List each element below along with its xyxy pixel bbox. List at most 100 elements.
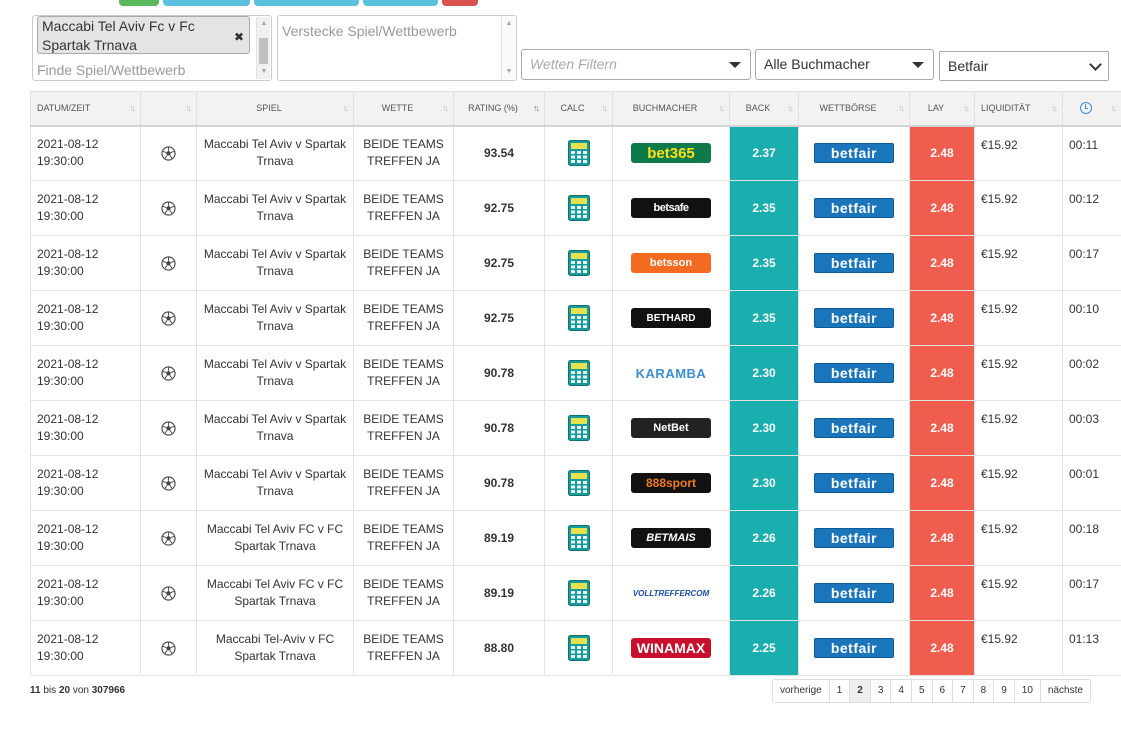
cell-back-odds[interactable]: 2.35 (729, 290, 799, 346)
calculator-icon[interactable] (567, 305, 590, 331)
match-filter-tag-label: Maccabi Tel Aviv Fc v Fc Spartak Trnava (42, 18, 195, 53)
bookmaker-logo[interactable]: bet365 (631, 143, 711, 164)
col-header-rating[interactable]: Rating (%) ↑↓ (453, 91, 545, 127)
cell-lay-odds[interactable]: 2.48 (909, 400, 975, 456)
find-match-box[interactable]: Maccabi Tel Aviv Fc v Fc Spartak Trnava … (32, 15, 272, 81)
col-header-back[interactable]: Back ↑↓ (729, 91, 799, 127)
bookmaker-logo[interactable]: BETMAIS (631, 528, 711, 548)
green-button[interactable] (119, 0, 159, 6)
calculator-icon[interactable] (567, 140, 590, 167)
page-link[interactable]: 8 (972, 680, 994, 702)
cell-lay-odds[interactable]: 2.48 (909, 235, 975, 291)
exchange-select[interactable]: Betfair (939, 51, 1109, 81)
calculator-icon[interactable] (567, 580, 590, 606)
betfair-logo[interactable]: betfair (814, 253, 894, 273)
scroll-thumb[interactable] (259, 38, 268, 64)
page-link[interactable]: 3 (869, 680, 891, 702)
bookmaker-logo[interactable]: WINAMAX (631, 638, 711, 658)
cell-back-odds[interactable]: 2.26 (729, 565, 799, 621)
scroll-up-icon[interactable]: ▲ (502, 17, 516, 31)
bookmaker-logo[interactable]: betsson (631, 253, 711, 273)
calculator-icon[interactable] (567, 415, 590, 441)
cell-back-odds[interactable]: 2.35 (729, 180, 799, 236)
cell-exchange: betfair (798, 290, 910, 346)
bookmaker-logo[interactable]: betsafe (631, 198, 711, 218)
pagination-next[interactable]: nächste (1039, 680, 1090, 702)
bookmaker-logo[interactable]: NetBet (631, 418, 711, 438)
blue-button-2[interactable] (254, 0, 359, 6)
calculator-icon[interactable] (567, 635, 590, 661)
cell-lay-odds[interactable]: 2.48 (909, 455, 975, 511)
col-header-lay[interactable]: Lay ↑↓ (909, 91, 975, 127)
betfair-logo[interactable]: betfair (814, 583, 894, 603)
col-header-bet[interactable]: Wette ↑↓ (353, 91, 454, 127)
col-header-liquidity[interactable]: Liquidität ↑↓ (974, 91, 1063, 127)
betfair-logo[interactable]: betfair (814, 638, 894, 658)
page-link-current[interactable]: 2 (849, 680, 870, 702)
col-header-datetime[interactable]: Datum/Zeit ↑↓ (30, 91, 141, 127)
cell-back-odds[interactable]: 2.35 (729, 235, 799, 291)
page-link[interactable]: 5 (910, 680, 932, 702)
col-header-match[interactable]: Spiel ↑↓ (196, 91, 354, 127)
col-header-calc[interactable]: Calc ↑↓ (544, 91, 613, 127)
betfair-logo[interactable]: betfair (814, 473, 894, 493)
bet-filter-select[interactable]: Wetten Filtern (521, 49, 751, 80)
col-header-exchange[interactable]: Wettbörse ↑↓ (798, 91, 910, 127)
hide-match-box[interactable]: Verstecke Spiel/Wettbewerb ▲ ▼ (277, 15, 517, 81)
cell-back-odds[interactable]: 2.30 (729, 345, 799, 401)
betfair-logo[interactable]: betfair (814, 308, 894, 328)
blue-button-3[interactable] (363, 0, 438, 6)
cell-back-odds[interactable]: 2.37 (729, 125, 799, 181)
calculator-icon[interactable] (567, 250, 590, 276)
cell-lay-odds[interactable]: 2.48 (909, 565, 975, 621)
scroll-down-icon[interactable]: ▼ (502, 65, 516, 79)
bookmaker-logo[interactable]: KARAMBA (631, 363, 711, 383)
scroll-down-icon[interactable]: ▼ (257, 65, 271, 79)
cell-lay-odds[interactable]: 2.48 (909, 510, 975, 566)
calculator-icon[interactable] (567, 360, 590, 386)
cell-back-odds[interactable]: 2.26 (729, 510, 799, 566)
col-header-bookmaker[interactable]: Buchmacher ↑↓ (612, 91, 730, 127)
betfair-logo[interactable]: betfair (814, 418, 894, 438)
bookmaker-logo[interactable]: 888sport (631, 473, 711, 493)
remove-tag-icon[interactable]: ✖ (234, 31, 244, 43)
bookmaker-logo[interactable]: VOLLTREFFERCOM (631, 583, 711, 603)
scroll-up-icon[interactable]: ▲ (257, 17, 271, 31)
page-link[interactable]: 1 (828, 680, 850, 702)
find-match-scrollbar[interactable]: ▲ ▼ (256, 17, 270, 79)
page-link[interactable]: 4 (890, 680, 911, 702)
col-header-age[interactable]: ↑↓ (1062, 91, 1121, 127)
betfair-logo[interactable]: betfair (814, 143, 894, 164)
bookmaker-logo[interactable]: BETHARD (631, 308, 711, 328)
page-link[interactable]: 7 (952, 680, 973, 702)
cell-lay-odds[interactable]: 2.48 (909, 180, 975, 236)
betfair-logo[interactable]: betfair (814, 528, 894, 548)
soccer-ball-icon (161, 256, 176, 271)
col-header-sport[interactable]: ↑↓ (140, 91, 197, 127)
page-link[interactable]: 10 (1013, 680, 1040, 702)
calculator-icon[interactable] (567, 525, 590, 551)
pagination-prev[interactable]: vorherige (773, 680, 829, 702)
betfair-logo[interactable]: betfair (814, 198, 894, 218)
blue-button-1[interactable] (163, 0, 250, 6)
find-match-input[interactable]: Finde Spiel/Wettbewerb (37, 62, 185, 78)
red-button[interactable] (442, 0, 478, 6)
calculator-icon[interactable] (567, 470, 590, 496)
cell-lay-odds[interactable]: 2.48 (909, 125, 975, 181)
cell-back-odds[interactable]: 2.30 (729, 455, 799, 511)
cell-lay-odds[interactable]: 2.48 (909, 620, 975, 676)
cell-calc (544, 180, 613, 236)
hide-match-scrollbar[interactable]: ▲ ▼ (501, 17, 515, 79)
hide-match-input[interactable]: Verstecke Spiel/Wettbewerb (282, 23, 457, 39)
calculator-icon[interactable] (567, 195, 590, 221)
cell-back-odds[interactable]: 2.30 (729, 400, 799, 456)
betfair-logo[interactable]: betfair (814, 363, 894, 383)
cell-back-odds[interactable]: 2.25 (729, 620, 799, 676)
bookmaker-select[interactable]: Alle Buchmacher (755, 49, 934, 80)
cell-lay-odds[interactable]: 2.48 (909, 345, 975, 401)
cell-bookmaker: betsafe (612, 180, 730, 236)
page-link[interactable]: 6 (931, 680, 953, 702)
page-link[interactable]: 9 (993, 680, 1014, 702)
cell-liquidity: €15.92 (974, 290, 1063, 346)
cell-lay-odds[interactable]: 2.48 (909, 290, 975, 346)
